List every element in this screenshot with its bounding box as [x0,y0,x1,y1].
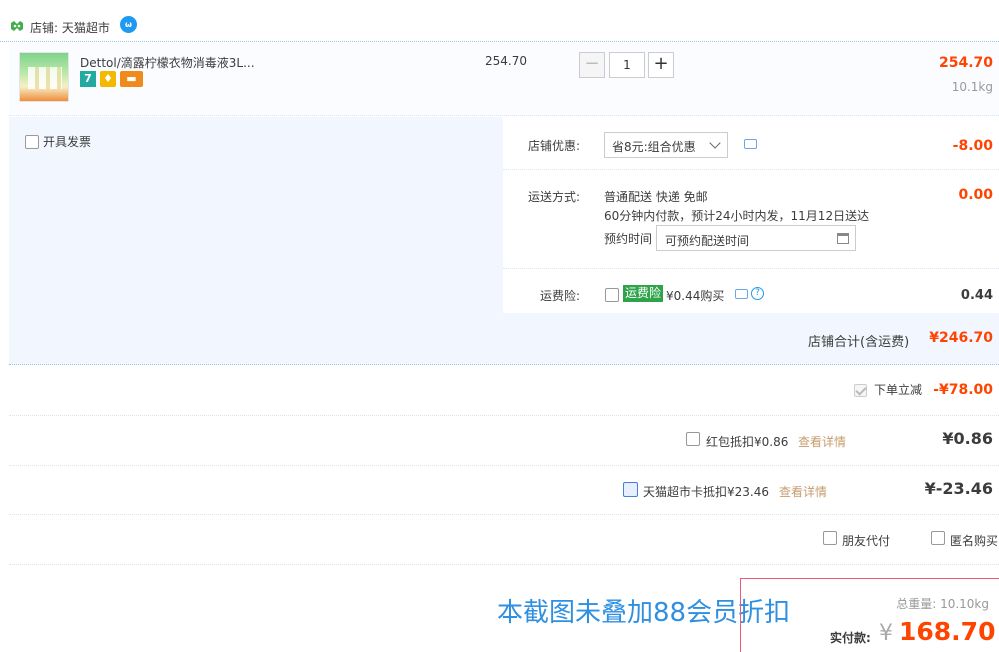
store-discount-value: -8.00 [952,138,993,154]
instant-discount-checkbox [854,384,867,397]
insurance-label: 运费险: [540,289,581,303]
insurance-checkbox[interactable] [605,288,619,302]
message-icon[interactable] [744,139,757,149]
divider [503,268,999,269]
shipping-label: 运送方式: [528,190,581,204]
item-total-price: 254.70 [938,55,993,71]
shipping-method: 普通配送 快递 免邮 [604,190,708,204]
store-total-label: 店铺合计(含运费) [808,335,910,350]
order-options: 开具发票 店铺优惠: 省8元:组合优惠 -8.00 运送方式: 普通配送 快递 … [9,117,999,365]
unit-price: 254.70 [485,54,527,68]
schedule-placeholder: 可预约配送时间 [665,234,750,248]
friend-pay-label[interactable]: 朋友代付 [842,532,890,549]
product-title[interactable]: Dettol/滴露柠檬衣物消毒液3L... [80,54,255,71]
market-card-row: 天猫超市卡抵扣¥23.46 查看详情 ¥-23.46 [9,466,999,515]
invoice-label: 开具发票 [43,135,92,149]
quantity-decrease-button[interactable]: − [579,52,605,78]
pay-label: 实付款: [830,631,871,645]
market-card-details-link[interactable]: 查看详情 [779,483,827,500]
chevron-down-icon [709,137,721,149]
wangwang-chat-icon[interactable]: ω [120,16,137,33]
shipping-value: 0.00 [958,187,993,203]
red-packet-value: ¥0.86 [942,429,993,448]
total-weight: 总重量: 10.10kg [896,597,989,611]
store-discount-select[interactable]: 省8元:组合优惠 [604,132,728,158]
schedule-label: 预约时间 [604,232,653,246]
red-packet-row: 红包抵扣¥0.86 查看详情 ¥0.86 [9,416,999,466]
store-header: 店铺: 天猫超市 ω [0,0,999,42]
credit-card-icon: ▬ [120,71,143,87]
pay-amount: 168.70 [899,617,996,646]
insurance-price: ¥0.44购买 [666,289,725,303]
instant-discount-value: -¥78.00 [933,382,993,398]
market-card-label: 天猫超市卡抵扣¥23.46 [643,485,769,499]
help-icon[interactable]: ? [751,287,764,300]
currency-symbol: ¥ [879,621,893,646]
invoice-checkbox[interactable] [25,135,39,149]
seven-day-return-icon: 7 [80,71,96,87]
schedule-time-input[interactable]: 可预约配送时间 [656,225,856,251]
insurance-value: 0.44 [960,288,993,303]
instant-discount-row: 下单立减 -¥78.00 [9,366,999,416]
insurance-tag: 运费险 [623,285,664,302]
quantity-input[interactable]: 1 [609,52,645,78]
tmall-store-icon [11,21,23,31]
red-packet-checkbox[interactable] [686,432,700,446]
order-confirm-page: 店铺: 天猫超市 ω Dettol/滴露柠檬衣物消毒液3L... 7 ♦ ▬ 2… [0,0,999,652]
red-packet-label: 红包抵扣¥0.86 [706,435,789,449]
shipping-detail: 60分钟内付款，预计24小时内发，11月12日送达 [604,209,870,223]
payment-summary: 总重量: 10.10kg 实付款: ¥ 168.70 [740,578,999,652]
store-discount-label: 店铺优惠: [528,139,581,153]
anonymous-checkbox[interactable] [931,531,945,545]
item-weight: 10.1kg [951,80,993,94]
calendar-icon[interactable] [837,233,849,244]
message-icon[interactable] [735,289,748,299]
instant-discount-label: 下单立减 [874,383,923,397]
store-discount-selected: 省8元:组合优惠 [612,140,696,154]
payment-options-row: 朋友代付 匿名购买 [9,515,999,565]
store-total-value: ¥246.70 [929,330,993,346]
red-packet-details-link[interactable]: 查看详情 [798,433,846,450]
invoice-option[interactable]: 开具发票 [25,133,91,150]
store-name[interactable]: 店铺: 天猫超市 [30,19,110,36]
market-card-value: ¥-23.46 [924,479,993,498]
quality-guarantee-icon: ♦ [100,71,116,87]
anonymous-label[interactable]: 匿名购买 [950,532,998,549]
product-thumbnail[interactable] [19,52,69,102]
friend-pay-checkbox[interactable] [823,531,837,545]
cart-item-row: Dettol/滴露柠檬衣物消毒液3L... 7 ♦ ▬ 254.70 − 1 +… [9,43,999,116]
quantity-increase-button[interactable]: + [648,52,674,78]
divider [503,169,999,170]
market-card-checkbox[interactable] [623,482,638,497]
